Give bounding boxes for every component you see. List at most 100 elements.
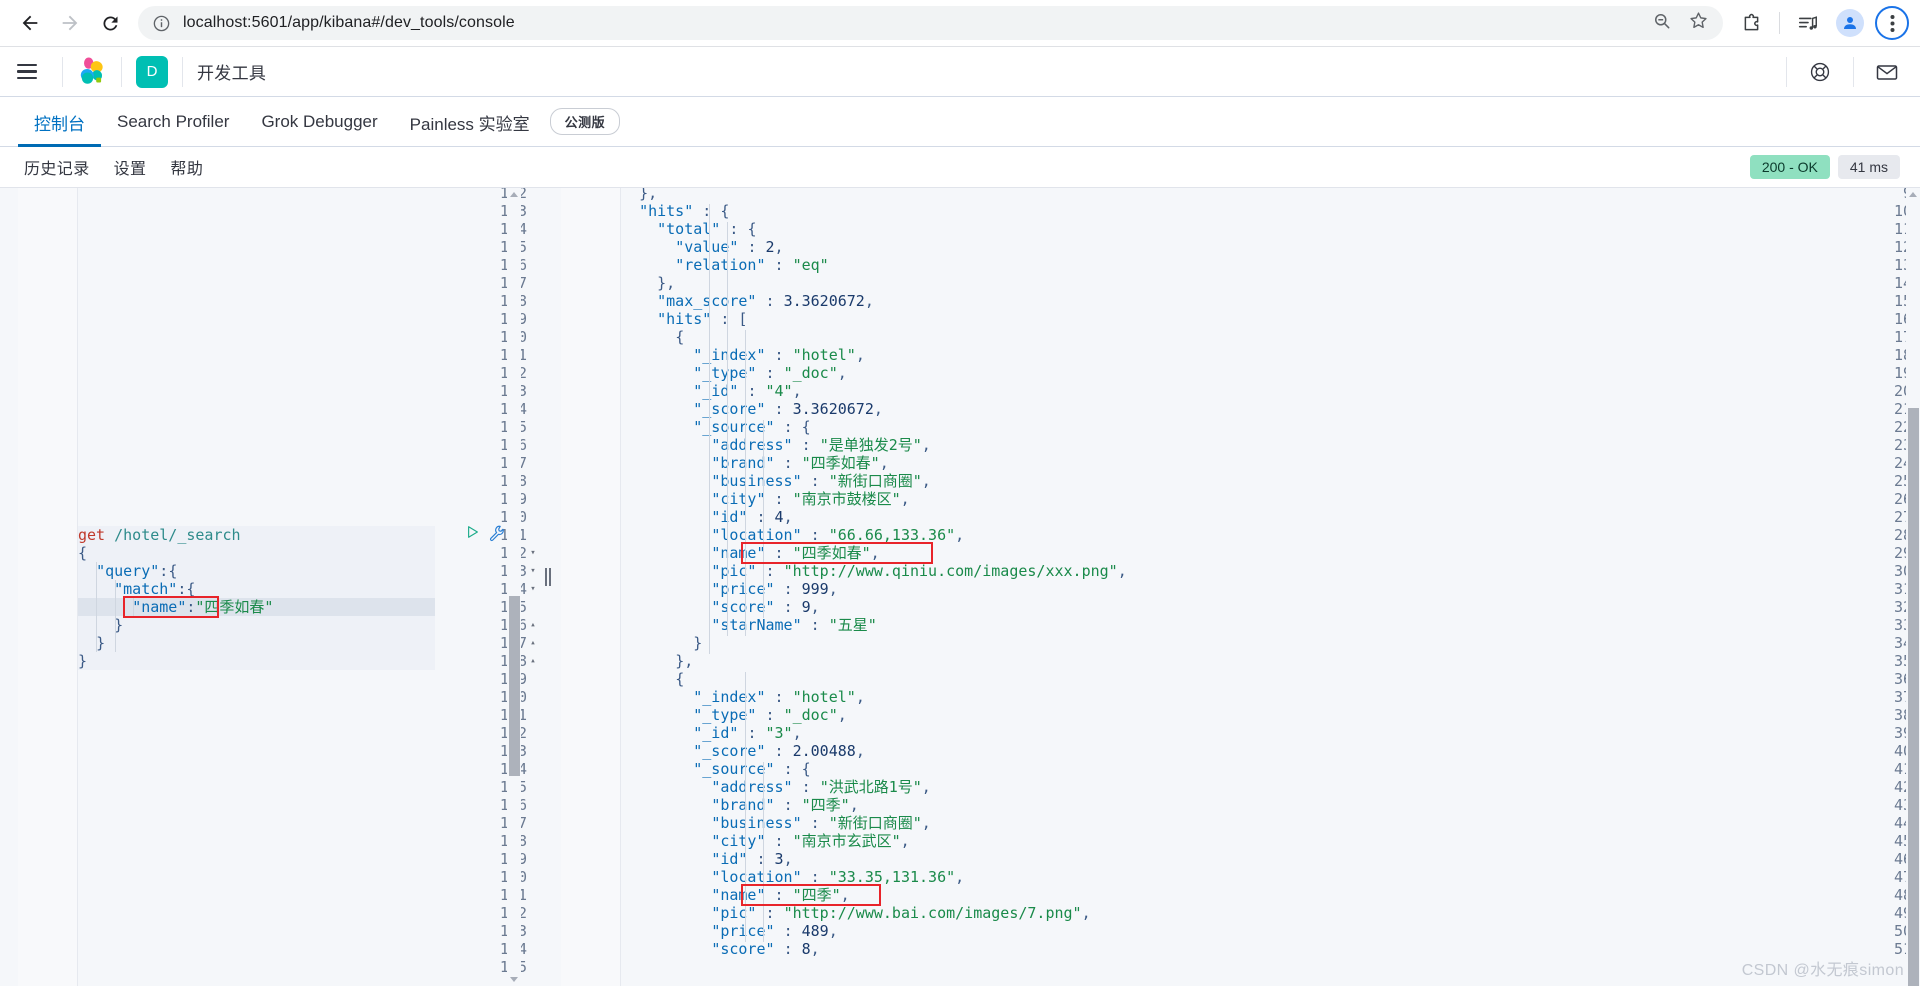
pane-splitter[interactable] bbox=[535, 188, 561, 986]
header-divider-5 bbox=[1853, 56, 1854, 87]
code-line: "starName" : "五星" bbox=[711, 616, 877, 634]
code-line: "relation" : "eq" bbox=[675, 256, 829, 274]
code-line: } bbox=[114, 616, 124, 634]
code-line: "name" : "四季如春", bbox=[711, 544, 880, 562]
response-scrollbar[interactable] bbox=[1906, 188, 1920, 986]
chrome-menu-button[interactable] bbox=[1874, 5, 1910, 41]
code-line: "name" : "四季", bbox=[711, 886, 850, 904]
space-avatar[interactable]: D bbox=[136, 55, 168, 88]
code-line: "name":"四季如春" bbox=[132, 598, 274, 616]
code-line: "location" : "66.66,133.36", bbox=[711, 526, 965, 544]
code-line: "_score" : 2.00488, bbox=[693, 742, 865, 760]
code-line: "_source" : { bbox=[693, 418, 811, 436]
scroll-up-arrow[interactable] bbox=[510, 192, 518, 197]
profile-button[interactable] bbox=[1832, 5, 1868, 41]
indent-guide bbox=[763, 762, 764, 942]
header-actions bbox=[1772, 53, 1906, 91]
tab-grok-debugger[interactable]: Grok Debugger bbox=[245, 97, 393, 147]
news-feed-mail-icon[interactable] bbox=[1868, 53, 1906, 91]
elastic-logo-icon[interactable] bbox=[77, 56, 107, 87]
header-divider-3 bbox=[182, 56, 183, 87]
request-options-wrench-icon[interactable] bbox=[488, 524, 506, 547]
zoom-out-icon[interactable] bbox=[1652, 11, 1672, 36]
header-divider-4 bbox=[1786, 56, 1787, 87]
code-line: } bbox=[96, 634, 106, 652]
response-pane[interactable]: 9▴10▾11▾121314▴1516▾17▾1819202122▾232425… bbox=[561, 188, 1920, 986]
header-divider bbox=[62, 56, 63, 87]
code-line: "total" : { bbox=[657, 220, 757, 238]
toolbar-divider bbox=[1779, 12, 1780, 34]
tab-console[interactable]: 控制台 bbox=[18, 97, 101, 147]
code-line: "brand" : "四季", bbox=[711, 796, 859, 814]
nav-menu-button[interactable] bbox=[10, 55, 44, 89]
code-line: "max_score" : 3.3620672, bbox=[657, 292, 874, 310]
reload-button[interactable] bbox=[90, 3, 130, 43]
code-line: "_type" : "_doc", bbox=[693, 364, 847, 382]
back-button[interactable] bbox=[10, 3, 50, 43]
page-title: 开发工具 bbox=[197, 64, 267, 83]
code-line: "business" : "新街口商圈", bbox=[711, 814, 931, 832]
indent-guide bbox=[133, 598, 134, 616]
code-line: "value" : 2, bbox=[675, 238, 784, 256]
arrow-left-icon bbox=[22, 15, 38, 31]
code-line: "_id" : "4", bbox=[693, 382, 802, 400]
code-line: "price" : 999, bbox=[711, 580, 838, 598]
code-line: "city" : "南京市玄武区", bbox=[711, 832, 910, 850]
help-link[interactable]: 帮助 bbox=[158, 155, 215, 179]
indent-guide bbox=[96, 562, 97, 652]
history-link[interactable]: 历史记录 bbox=[12, 155, 102, 179]
reload-icon bbox=[102, 15, 117, 30]
code-line: "query":{ bbox=[96, 562, 178, 580]
kibana-header: D 开发工具 bbox=[0, 47, 1920, 97]
request-scrollbar[interactable] bbox=[507, 188, 521, 986]
kebab-menu-icon bbox=[1875, 6, 1909, 40]
splitter-grip-icon[interactable] bbox=[544, 568, 552, 586]
request-scroll-thumb[interactable] bbox=[509, 596, 520, 776]
request-code[interactable]: get /hotel/_search{ "query":{ "match":{ … bbox=[78, 188, 535, 986]
site-info-icon[interactable] bbox=[152, 14, 171, 33]
code-line: { bbox=[78, 544, 88, 562]
code-line: "_score" : 3.3620672, bbox=[693, 400, 883, 418]
code-line: get /hotel/_search bbox=[78, 526, 241, 544]
send-request-button[interactable] bbox=[466, 525, 480, 543]
code-line: "_index" : "hotel", bbox=[693, 346, 865, 364]
bookmark-star-icon[interactable] bbox=[1688, 10, 1709, 36]
forward-button[interactable] bbox=[50, 3, 90, 43]
code-line: }, bbox=[657, 274, 676, 292]
arrow-right-icon bbox=[62, 15, 78, 31]
indent-guide bbox=[745, 672, 746, 942]
help-icon[interactable] bbox=[1801, 53, 1839, 91]
avatar bbox=[1836, 9, 1864, 37]
tab-painless-lab[interactable]: Painless 实验室 bbox=[394, 97, 546, 147]
code-line: "price" : 489, bbox=[711, 922, 838, 940]
code-line: "_source" : { bbox=[693, 760, 811, 778]
code-line: } bbox=[78, 652, 88, 670]
indent-guide bbox=[727, 222, 728, 636]
response-scroll-up-arrow[interactable] bbox=[1909, 192, 1917, 197]
console-toolbar: 历史记录 设置 帮助 200 - OK 41 ms bbox=[0, 147, 1920, 187]
code-line: "pic" : "http://www.bai.com/images/7.png… bbox=[711, 904, 1091, 922]
status-badge: 200 - OK bbox=[1749, 155, 1830, 179]
indent-guide bbox=[115, 580, 116, 652]
header-divider-2 bbox=[121, 56, 122, 87]
code-line: "location" : "33.35,131.36", bbox=[711, 868, 965, 886]
media-controls-icon[interactable] bbox=[1790, 5, 1826, 41]
address-bar[interactable]: localhost:5601/app/kibana#/dev_tools/con… bbox=[138, 6, 1723, 40]
code-line: "hits" : [ bbox=[657, 310, 748, 328]
extensions-icon[interactable] bbox=[1733, 5, 1769, 41]
scroll-down-arrow[interactable] bbox=[510, 977, 518, 982]
code-line: "score" : 8, bbox=[711, 940, 820, 958]
settings-link[interactable]: 设置 bbox=[102, 155, 159, 179]
request-editor-pane[interactable]: 1321331341351361371381391401411421431441… bbox=[0, 188, 535, 986]
indent-guide bbox=[709, 204, 710, 654]
code-line: }, bbox=[639, 188, 658, 202]
code-line: "business" : "新街口商圈", bbox=[711, 472, 931, 490]
tab-search-profiler[interactable]: Search Profiler bbox=[101, 97, 245, 147]
response-scroll-thumb[interactable] bbox=[1908, 408, 1919, 986]
code-line: "_index" : "hotel", bbox=[693, 688, 865, 706]
tab-grok-debugger-label: Grok Debugger bbox=[261, 112, 378, 131]
code-line: "id" : 3, bbox=[711, 850, 793, 868]
code-line: "hits" : { bbox=[639, 202, 730, 220]
code-line: "score" : 9, bbox=[711, 598, 820, 616]
code-line: "pic" : "http://www.qiniu.com/images/xxx… bbox=[711, 562, 1127, 580]
